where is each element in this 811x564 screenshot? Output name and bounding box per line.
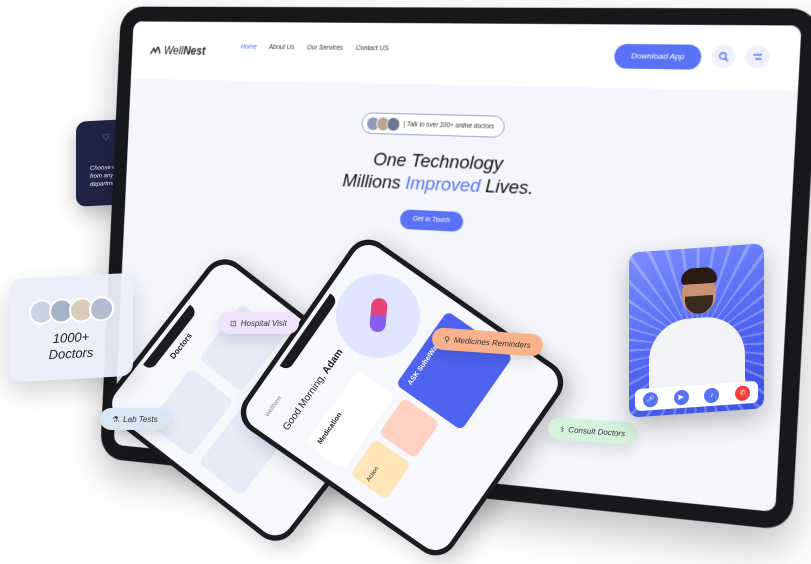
- nav-item-about[interactable]: About Us: [269, 44, 295, 51]
- lab-icon: ⚗: [112, 415, 119, 424]
- consult-icon: ⚕: [560, 424, 565, 433]
- speaker-button[interactable]: ♪: [704, 387, 719, 403]
- greeting-name: Adam: [321, 347, 346, 376]
- menu-icon: [752, 53, 763, 62]
- pill-text: | Talk to over 100+ online doctors: [403, 121, 494, 130]
- hospital-label: Hospital Visit: [241, 319, 287, 328]
- heart-icon: ♡: [102, 132, 110, 143]
- hospital-visit-chip: ⊡ Hospital Visit: [218, 312, 299, 334]
- get-in-touch-button[interactable]: Get in Touch: [399, 209, 463, 232]
- medication-label: Medication: [317, 412, 344, 446]
- wellnest-logo[interactable]: WellNest: [150, 44, 205, 58]
- download-app-button[interactable]: Download App: [614, 44, 702, 70]
- menu-button[interactable]: [745, 45, 770, 68]
- nav-item-services[interactable]: Our Services: [307, 45, 344, 52]
- nav-item-contact[interactable]: Contact US: [356, 45, 389, 52]
- hero-line2-accent: Improved: [405, 173, 481, 197]
- lab-tests-chip: ⚗ Lab Tests: [100, 408, 170, 430]
- avatar: [386, 116, 401, 131]
- doctors-count-card: 1000+ Doctors: [9, 273, 133, 382]
- medicines-label: Medicines Reminders: [454, 335, 531, 349]
- search-icon: [718, 51, 729, 62]
- search-button[interactable]: [711, 45, 736, 68]
- hospital-icon: ⊡: [230, 319, 237, 328]
- doctor-hair: [681, 267, 717, 286]
- top-navigation: WellNest Home About Us Our Services Cont…: [131, 21, 802, 91]
- nav-menu: Home About Us Our Services Contact US: [241, 44, 400, 53]
- tablet-camera: [433, 13, 456, 18]
- action-label: Action: [366, 466, 380, 483]
- video-button[interactable]: ▶: [674, 389, 689, 405]
- logo-light: Well: [164, 44, 184, 57]
- phone-logo: WellNest: [265, 395, 284, 418]
- hero-line2-post: Lives.: [480, 176, 534, 199]
- video-call-card: 🎤︎ ▶ ♪ ✆: [629, 243, 764, 417]
- consult-label: Consult Doctors: [568, 425, 625, 438]
- logo-mark-icon: [150, 46, 160, 55]
- mic-button[interactable]: 🎤︎: [643, 391, 658, 407]
- lab-label: Lab Tests: [123, 415, 157, 424]
- medicine-icon: ⚲: [444, 334, 450, 343]
- end-call-button[interactable]: ✆: [735, 385, 750, 401]
- avatar: [89, 296, 114, 322]
- doctor-avatars: [29, 296, 114, 325]
- hero-line2-pre: Millions: [342, 171, 406, 194]
- logo-bold: Nest: [183, 44, 206, 57]
- nav-item-home[interactable]: Home: [241, 44, 258, 51]
- doctors-pill: | Talk to over 100+ online doctors: [361, 112, 506, 138]
